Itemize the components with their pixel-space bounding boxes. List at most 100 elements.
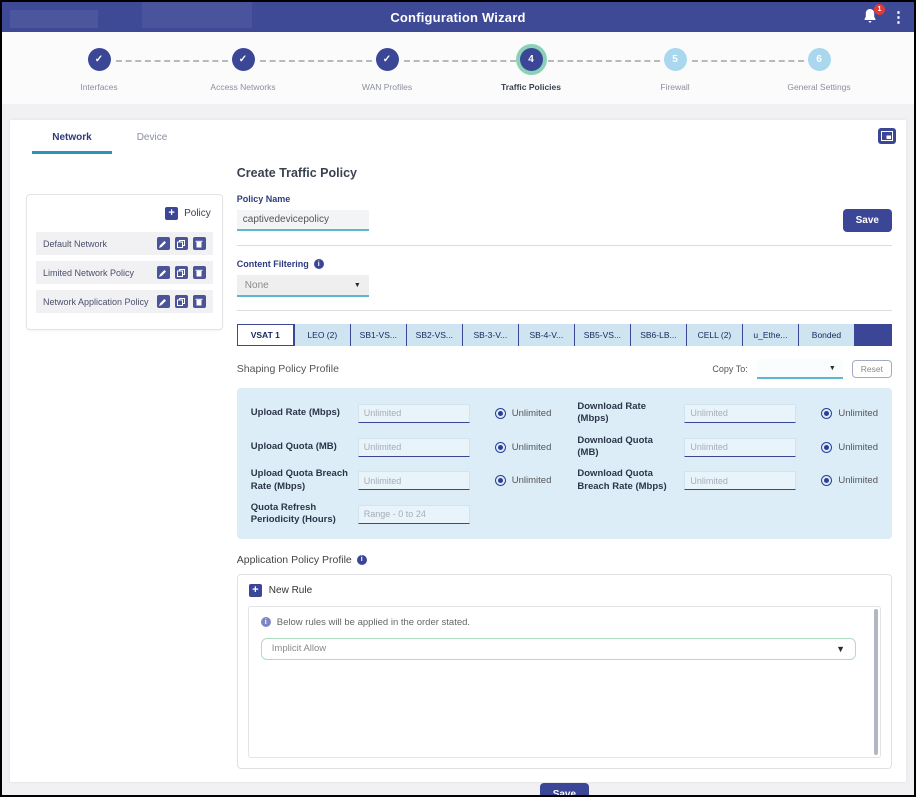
download-rate-unlimited-radio[interactable]: Unlimited (821, 408, 878, 419)
application-profile-title: Application Policy Profile (237, 554, 352, 566)
delete-policy-button[interactable] (193, 295, 206, 308)
quota-refresh-input[interactable] (358, 505, 470, 524)
info-icon: i (261, 617, 271, 627)
wan-tab-sb4[interactable]: SB-4-V... (518, 324, 574, 346)
field-label: Download Quota (MB) (577, 435, 675, 460)
trash-icon (195, 298, 203, 306)
trash-icon (195, 269, 203, 277)
wan-tab-ethernet[interactable]: u_Ethe... (742, 324, 798, 346)
radio-selected-icon (821, 442, 832, 453)
radio-selected-icon (821, 475, 832, 486)
download-quota-unlimited-radio[interactable]: Unlimited (821, 442, 878, 453)
download-quota-breach-unlimited-radio[interactable]: Unlimited (821, 475, 878, 486)
delete-policy-button[interactable] (193, 266, 206, 279)
implicit-rule-select[interactable]: Implicit Allow ▼ (261, 638, 856, 660)
wan-tab-bonded[interactable]: Bonded (798, 324, 854, 346)
edit-policy-button[interactable] (157, 266, 170, 279)
copy-to-label: Copy To: (712, 364, 747, 374)
step-label: WAN Profiles (362, 82, 412, 92)
delete-policy-button[interactable] (193, 237, 206, 250)
reset-button[interactable]: Reset (852, 360, 892, 378)
tab-network[interactable]: Network (32, 120, 112, 154)
chevron-down-icon: ▼ (354, 282, 361, 289)
app-window: Configuration Wizard 1 ⋮ ✓ Interfaces ✓ … (0, 0, 916, 797)
download-quota-breach-input[interactable] (684, 471, 796, 490)
policy-name: Network Application Policy (43, 297, 149, 307)
notification-badge: 1 (874, 4, 885, 15)
application-rules-card: + New Rule i Below rules will be applied… (237, 574, 892, 769)
copy-icon (177, 298, 185, 306)
chevron-down-icon: ▼ (836, 644, 845, 654)
upload-quota-breach-input[interactable] (358, 471, 470, 490)
download-quota-field: Download Quota (MB) Unlimited (577, 435, 878, 460)
save-policy-button[interactable]: Save (843, 209, 892, 232)
tab-device[interactable]: Device (112, 120, 192, 154)
add-policy-button[interactable]: + Policy (36, 207, 211, 220)
policy-name-input[interactable] (237, 210, 369, 231)
notifications-button[interactable]: 1 (863, 8, 879, 26)
wan-tab-sb2[interactable]: SB2-VS... (406, 324, 462, 346)
divider (237, 310, 892, 311)
field-label: Upload Quota (MB) (251, 441, 349, 453)
step-label: Firewall (660, 82, 689, 92)
content-filtering-value: None (245, 280, 269, 291)
policy-list-panel: + Policy Default Network Limited Network… (26, 194, 223, 330)
save-traffic-policy-button[interactable]: Save (540, 783, 589, 797)
picture-in-picture-button[interactable] (878, 128, 896, 144)
duplicate-policy-button[interactable] (175, 266, 188, 279)
wan-tab-sb1[interactable]: SB1-VS... (350, 324, 406, 346)
step-wan-profiles[interactable]: ✓ WAN Profiles (315, 48, 459, 92)
edit-policy-button[interactable] (157, 295, 170, 308)
plus-icon: + (165, 207, 178, 220)
new-rule-label: New Rule (269, 585, 312, 596)
upload-quota-input[interactable] (358, 438, 470, 457)
upload-quota-unlimited-radio[interactable]: Unlimited (495, 442, 552, 453)
step-access-networks[interactable]: ✓ Access Networks (171, 48, 315, 92)
download-rate-input[interactable] (684, 404, 796, 423)
field-label: Upload Quota Breach Rate (Mbps) (251, 468, 349, 493)
policy-list-item[interactable]: Default Network (36, 232, 213, 255)
check-icon: ✓ (376, 48, 399, 71)
duplicate-policy-button[interactable] (175, 295, 188, 308)
copy-icon (177, 269, 185, 277)
policy-list-item[interactable]: Limited Network Policy (36, 261, 213, 284)
wan-tab-sb6[interactable]: SB6-LB... (630, 324, 686, 346)
copy-to-select[interactable]: ▼ (757, 359, 843, 379)
kebab-menu-icon[interactable]: ⋮ (891, 10, 906, 25)
create-policy-form: Create Traffic Policy Policy Name Save C… (237, 162, 892, 797)
step-number: 6 (808, 48, 831, 71)
wan-tab-sb5[interactable]: SB5-VS... (574, 324, 630, 346)
upload-rate-unlimited-radio[interactable]: Unlimited (495, 408, 552, 419)
wan-tab-cell[interactable]: CELL (2) (686, 324, 742, 346)
upload-quota-field: Upload Quota (MB) Unlimited (251, 435, 552, 460)
radio-selected-icon (495, 408, 506, 419)
step-number: 4 (520, 48, 543, 71)
vertical-scrollbar[interactable] (874, 609, 878, 755)
main-card: Network Device + Policy Default Net (10, 120, 906, 782)
info-icon[interactable]: i (357, 555, 367, 565)
duplicate-policy-button[interactable] (175, 237, 188, 250)
step-interfaces[interactable]: ✓ Interfaces (27, 48, 171, 92)
step-firewall[interactable]: 5 Firewall (603, 48, 747, 92)
content-filtering-select[interactable]: None ▼ (237, 275, 369, 297)
picture-in-picture-icon (881, 131, 893, 141)
trash-icon (195, 240, 203, 248)
chevron-down-icon: ▼ (829, 365, 836, 372)
step-general-settings[interactable]: 6 General Settings (747, 48, 891, 92)
new-rule-button[interactable]: + New Rule (238, 575, 891, 604)
policy-name-label: Policy Name (237, 194, 892, 204)
wan-tab-overflow[interactable] (854, 324, 892, 346)
wan-tab-vsat1[interactable]: VSAT 1 (237, 324, 294, 346)
upload-rate-input[interactable] (358, 404, 470, 423)
edit-policy-button[interactable] (157, 237, 170, 250)
policy-list-item[interactable]: Network Application Policy (36, 290, 213, 313)
wan-tab-leo[interactable]: LEO (2) (294, 324, 350, 346)
radio-selected-icon (495, 475, 506, 486)
step-traffic-policies[interactable]: 4 Traffic Policies (459, 48, 603, 92)
step-label: Access Networks (210, 82, 275, 92)
upload-quota-breach-unlimited-radio[interactable]: Unlimited (495, 475, 552, 486)
window-title: Configuration Wizard (2, 10, 914, 25)
info-icon[interactable]: i (314, 259, 324, 269)
download-quota-input[interactable] (684, 438, 796, 457)
wan-tab-sb3[interactable]: SB-3-V... (462, 324, 518, 346)
